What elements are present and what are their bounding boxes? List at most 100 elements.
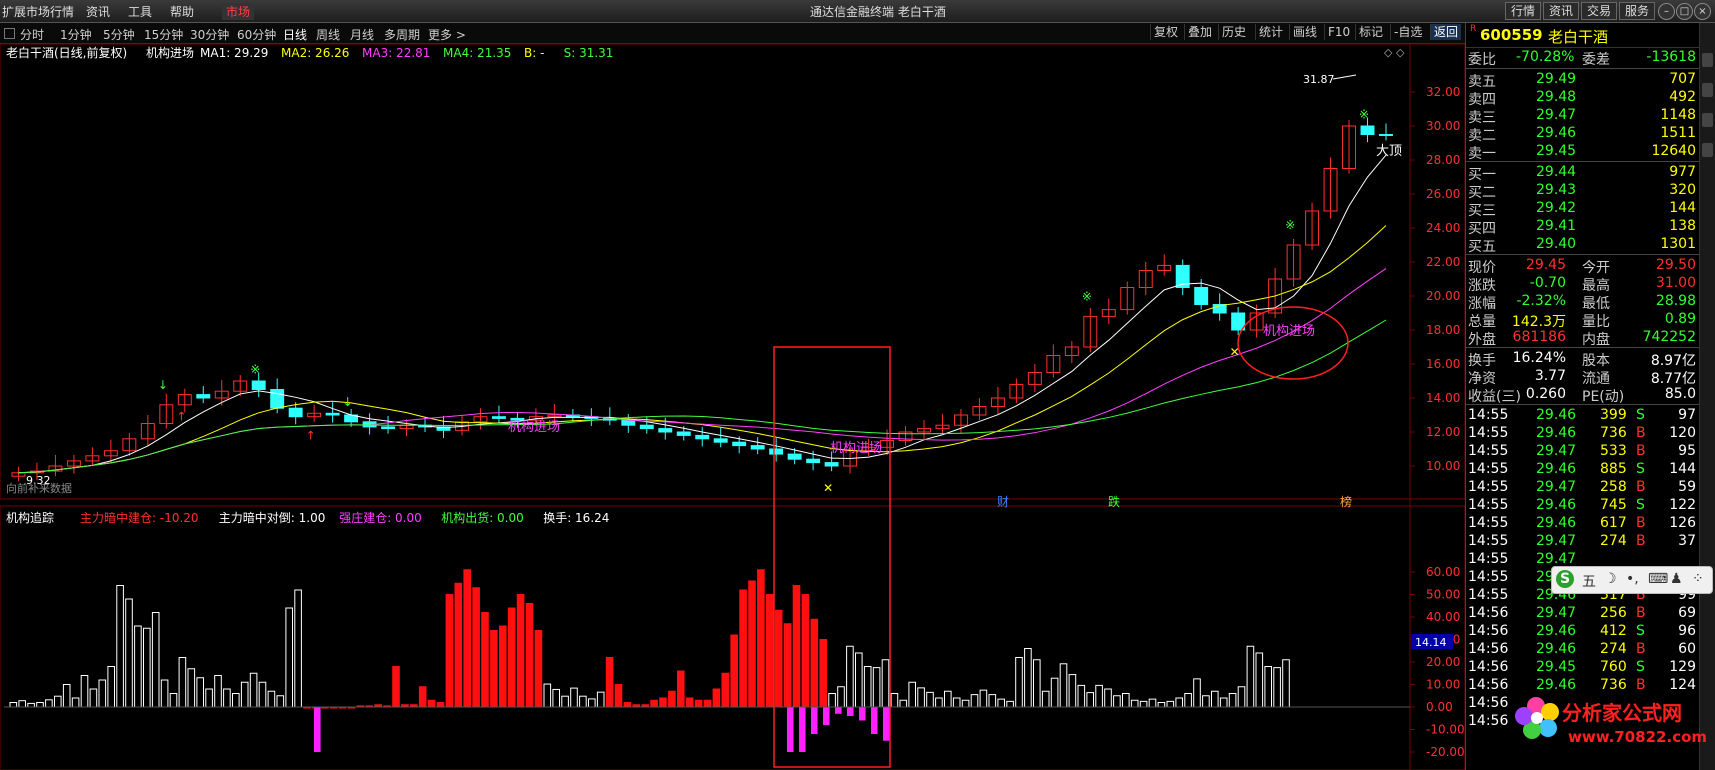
- ma-label-1: MA2: 26.26: [281, 46, 349, 60]
- tick-side: B: [1636, 641, 1646, 657]
- tracking-bar-red: [427, 699, 436, 708]
- quote-label-2: 内盘: [1582, 332, 1610, 348]
- ime-user-icon[interactable]: ♟: [1670, 571, 1683, 587]
- tracking-bar-white: [596, 691, 605, 708]
- sub-tick-label: -10.00: [1426, 723, 1465, 737]
- ask-row: 卖四 29.48 492: [1466, 89, 1700, 108]
- service-button[interactable]: 服务: [1619, 2, 1656, 20]
- period-monthly[interactable]: 月线: [350, 26, 374, 43]
- maximize-icon[interactable]: □: [1676, 3, 1693, 20]
- quote-value: 681186: [1512, 329, 1566, 345]
- tick-row: 14:56 29.46 274 B 60: [1466, 641, 1700, 659]
- event-tag-finance[interactable]: 财: [997, 495, 1009, 509]
- tool-f10[interactable]: F10: [1324, 24, 1353, 40]
- bid-label: 买四: [1468, 221, 1496, 237]
- tick-count: 120: [1669, 425, 1696, 441]
- tick-count: 126: [1669, 515, 1696, 531]
- menu-news[interactable]: 资讯: [86, 3, 110, 20]
- menu-bar: 扩展市场行情 资讯 工具 帮助 市场 通达信金融终端 老白干酒 行情 资讯 交易…: [0, 0, 1715, 23]
- tool-overlay[interactable]: 叠加: [1184, 24, 1215, 40]
- tracking-bar-white: [1068, 674, 1077, 708]
- period-1min[interactable]: 1分钟: [60, 26, 92, 43]
- tracking-bar-white: [543, 683, 552, 708]
- sub-tick-label: 0.00: [1426, 700, 1453, 714]
- tracking-bar-white: [294, 589, 302, 708]
- scroll-button-1[interactable]: [1702, 53, 1713, 67]
- minimize-icon[interactable]: –: [1658, 3, 1675, 20]
- tracking-bar-magenta: [314, 707, 321, 752]
- price-axis: 32.00 30.00 28.00 26.00 24.00 22.00 20.00 18.00…: [1410, 85, 1460, 473]
- price-tick-label: 16.00: [1426, 357, 1460, 371]
- period-30min[interactable]: 30分钟: [190, 26, 229, 43]
- sub-tick-label: 10.00: [1426, 678, 1460, 692]
- scroll-button-2[interactable]: [1702, 83, 1713, 97]
- tool-stats[interactable]: 统计: [1255, 24, 1286, 40]
- ime-moon-icon[interactable]: ☽: [1604, 571, 1617, 587]
- menu-extended-market[interactable]: 扩展市场行情: [2, 3, 74, 20]
- close-icon[interactable]: ×: [1694, 3, 1711, 20]
- window-title: 通达信金融终端 老白干酒: [810, 5, 946, 19]
- toggle-panel-icon[interactable]: [4, 28, 15, 39]
- trade-button[interactable]: 交易: [1581, 2, 1618, 20]
- tracking-bar-white: [9, 702, 18, 708]
- period-more[interactable]: 更多 >: [428, 26, 466, 43]
- tracking-bar-magenta: [799, 707, 806, 752]
- tool-watchlist[interactable]: -自选: [1390, 24, 1425, 40]
- ime-punct-icon[interactable]: •,: [1626, 571, 1639, 587]
- tracking-bar-white: [1202, 695, 1210, 708]
- period-intraday[interactable]: 分时: [20, 26, 44, 43]
- sub-label-4: 换手: 16.24: [543, 511, 609, 525]
- chart-config-icon[interactable]: ◇ ◇: [1384, 46, 1405, 59]
- tracking-bar-white: [196, 677, 204, 708]
- ime-keyboard-icon[interactable]: ⌨: [1648, 571, 1668, 587]
- input-method-bar[interactable]: S 五 ☽ •, ⌨ ♟ ⁘: [1551, 566, 1713, 594]
- sub-tick-label: 20.00: [1426, 655, 1460, 669]
- quote-button[interactable]: 行情: [1505, 2, 1542, 20]
- tool-back[interactable]: 返回: [1430, 24, 1462, 40]
- tick-count: 122: [1669, 497, 1696, 513]
- tool-draw[interactable]: 画线: [1289, 24, 1320, 40]
- ime-mode-label[interactable]: 五: [1582, 571, 1596, 591]
- high-price-label: 31.87: [1303, 73, 1335, 86]
- news-button[interactable]: 资讯: [1543, 2, 1580, 20]
- signal-marker-3: ↑: [306, 428, 316, 442]
- period-daily[interactable]: 日线: [283, 26, 307, 43]
- menu-tools[interactable]: 工具: [128, 3, 152, 20]
- period-15min[interactable]: 15分钟: [144, 26, 183, 43]
- scroll-button-4[interactable]: [1702, 143, 1713, 157]
- candle-body: [491, 416, 506, 419]
- tracking-bar-red: [721, 672, 730, 708]
- period-multi[interactable]: 多周期: [384, 26, 420, 43]
- tick-time: 14:56: [1468, 677, 1509, 693]
- tool-adjust[interactable]: 复权: [1150, 24, 1181, 40]
- candle-body: [196, 394, 211, 399]
- ime-grid-icon[interactable]: ⁘: [1692, 571, 1704, 587]
- tracking-bar-red: [516, 594, 525, 708]
- event-tag-rank[interactable]: 榜: [1340, 494, 1352, 509]
- tracking-bar-red: [481, 612, 489, 708]
- menu-market[interactable]: 市场: [222, 3, 255, 20]
- tracking-bar-white: [908, 681, 917, 708]
- tracking-bar-white: [926, 691, 934, 708]
- menu-help[interactable]: 帮助: [170, 3, 194, 20]
- tick-count: 144: [1669, 461, 1696, 477]
- tracking-bar-white: [917, 687, 925, 708]
- event-tag-drop[interactable]: 跌: [1108, 494, 1120, 509]
- weibi-label: 委比: [1468, 52, 1496, 68]
- stat-value-2: 85.0: [1664, 386, 1696, 402]
- tool-mark[interactable]: 标记: [1355, 24, 1386, 40]
- tracking-bar-white: [988, 694, 997, 708]
- ask-volume: 707: [1669, 71, 1696, 87]
- stock-code: 600559: [1480, 26, 1543, 44]
- period-60min[interactable]: 60分钟: [237, 26, 276, 43]
- sub-tick-label: 40.00: [1426, 610, 1460, 624]
- tracking-bar-white: [143, 627, 151, 708]
- period-5min[interactable]: 5分钟: [103, 26, 135, 43]
- side-scrollbar[interactable]: [1699, 23, 1715, 770]
- chart-area[interactable]: 老白干酒(日线,前复权) 机构进场 MA1: 29.29 MA2: 26.26 MA…: [0, 43, 1465, 770]
- period-weekly[interactable]: 周线: [316, 26, 340, 43]
- tick-count: 97: [1678, 407, 1696, 423]
- scroll-button-3[interactable]: [1702, 113, 1713, 127]
- tracking-bar-white: [863, 666, 872, 708]
- tool-history[interactable]: 历史: [1218, 24, 1249, 40]
